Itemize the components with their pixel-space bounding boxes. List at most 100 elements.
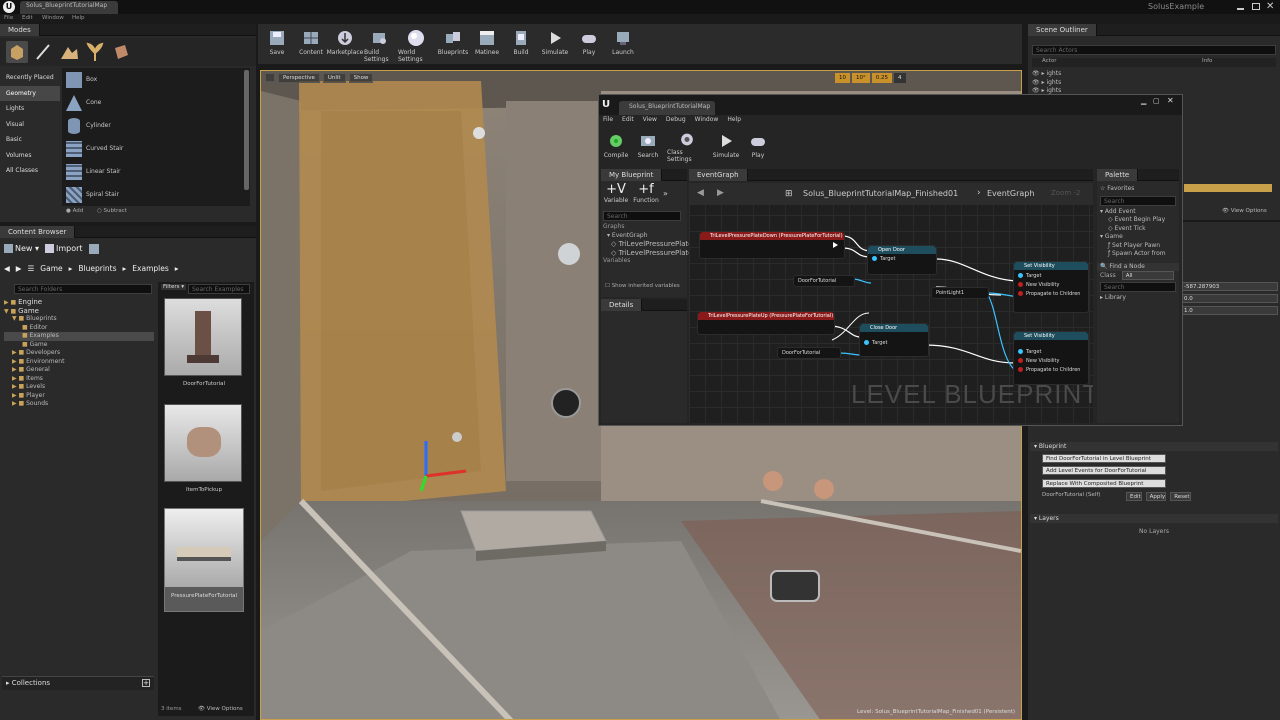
palette-item[interactable]: ƒ Spawn Actor from [1100,250,1179,259]
close-door-node[interactable]: Close Door Target [859,323,929,357]
actor-search-input[interactable]: Search Actors [1032,45,1276,55]
world-settings-button[interactable]: World Settings [398,26,434,63]
bp-play-button[interactable]: Play [745,129,771,163]
tree-environment[interactable]: ▶ ■ Environment [4,358,154,367]
viewport-menu-button[interactable] [265,73,275,82]
tree-items[interactable]: ▶ ■ Items [4,375,154,384]
bp-details-tab[interactable]: Details [601,299,643,311]
mybp-search-input[interactable]: Search [603,211,681,221]
modes-item-curved-stair[interactable]: Curved Stair [64,139,244,159]
content-button[interactable]: Content [296,26,326,63]
modes-item-cone[interactable]: Cone [64,93,244,113]
outliner-row[interactable]: 👁 ▸ ights [1032,79,1272,88]
menu-file[interactable]: File [4,15,13,21]
bp-maximize-icon[interactable]: ▢ [1153,97,1160,105]
find-node-search-input[interactable]: Search [1100,282,1176,292]
asset-tile-pressure-plate[interactable]: PressurePlateForTutorial [164,508,244,612]
new-visibility-pin[interactable]: New Visibility [1018,357,1084,366]
matinee-button[interactable]: Matinee [472,26,502,63]
marketplace-button[interactable]: Marketplace [327,26,363,63]
visibility-eye-icon[interactable]: 👁 [1032,87,1040,94]
subtract-radio[interactable]: ○ Subtract [97,208,127,214]
favorites-header[interactable]: ☆ Favorites [1097,185,1179,194]
exec-out-pin[interactable] [833,242,838,249]
palette-item[interactable]: ◇ Event Tick [1100,225,1179,234]
outliner-row[interactable]: 👁 ▸ ights [1032,70,1272,79]
category-lights[interactable]: Lights [0,101,60,117]
import-button[interactable]: Import [45,244,83,254]
class-dropdown[interactable]: All [1121,271,1174,280]
show-inherited-checkbox[interactable]: ☐ Show inherited variables [605,283,680,289]
play-button[interactable]: Play [574,26,604,63]
expand-chevron-icon[interactable]: » [663,189,668,204]
set-vis-target-pin[interactable]: Target [1018,272,1084,281]
add-collection-icon[interactable]: + [142,679,150,687]
category-visual[interactable]: Visual [0,117,60,133]
find-node-header[interactable]: 🔍 Find a Node [1097,262,1179,271]
blueprints-button[interactable]: Blueprints [438,26,468,63]
unreal-logo-icon[interactable]: U [3,1,15,13]
library-item[interactable]: ▸ Library [1097,294,1179,303]
mybp-eventgraph-item[interactable]: ▾ EventGraph [603,232,677,241]
category-recently-placed[interactable]: Recently Placed [0,70,60,86]
bp-menu-file[interactable]: File [603,116,613,126]
bp-apply-button[interactable]: Apply [1145,492,1167,501]
palette-search-input[interactable]: Search [1100,195,1176,206]
breadcrumb-examples[interactable]: Examples [132,264,168,276]
show-button[interactable]: Show [348,73,374,83]
simulate-button[interactable]: Simulate [540,26,570,63]
my-blueprint-tab[interactable]: My Blueprint [601,169,663,181]
palette-item[interactable]: ▾ Game [1100,233,1179,242]
compile-button[interactable]: Compile [603,129,629,163]
close-door-target-pin[interactable]: Target [860,332,928,354]
add-radio[interactable]: ● Add [66,208,83,214]
camera-speed-value[interactable]: 4 [894,73,906,83]
modes-tab[interactable]: Modes [0,24,40,36]
category-volumes[interactable]: Volumes [0,148,60,164]
door-var-node-2[interactable]: DoorForTutorial [777,347,841,359]
modes-item-cylinder[interactable]: Cylinder [64,116,244,136]
menu-edit[interactable]: Edit [22,15,33,21]
bp-search-button[interactable]: Search [635,129,661,163]
asset-search-input[interactable]: Search Examples [188,284,250,294]
perspective-button[interactable]: Perspective [278,73,320,83]
open-door-target-pin[interactable]: Target [868,254,936,264]
rotation-snap-value[interactable]: 10° [852,73,870,83]
bp-edit-button[interactable]: Edit [1126,492,1142,501]
bp-close-icon[interactable]: ✕ [1167,96,1174,105]
asset-tile-door[interactable]: DoorForTutorial [164,298,244,393]
event-node-plate-up[interactable]: TriLevelPressurePlateUp (PressurePlateFo… [697,311,835,335]
bp-menu-debug[interactable]: Debug [666,116,686,126]
location-x-field[interactable]: -587.287903 [1178,282,1278,291]
find-in-level-blueprint-button[interactable]: Find DoorForTutorial in Level Blueprint [1042,454,1166,463]
location-y-field[interactable]: 0.0 [1178,294,1278,303]
maximize-icon[interactable] [1252,3,1260,10]
graph-canvas[interactable]: ◀ ▶ ⊞ Solus_BlueprintTutorialMap_Finishe… [689,183,1093,423]
breadcrumb-blueprints[interactable]: Blueprints [78,264,116,276]
modes-item-linear-stair[interactable]: Linear Stair [64,162,244,182]
bp-menu-edit[interactable]: Edit [622,116,634,126]
tree-blueprints[interactable]: ▼ ■ Blueprints [4,315,154,324]
tree-game[interactable]: ▼ ■ Game [4,307,154,316]
set-visibility-node-2[interactable]: Set Visibility Target New Visibility Pro… [1013,331,1089,385]
outliner-selected-row[interactable] [1184,184,1272,192]
visibility-eye-icon[interactable]: 👁 [1032,79,1040,86]
build-button[interactable]: Build [506,26,536,63]
geometry-mode-icon[interactable] [110,41,132,63]
category-all-classes[interactable]: All Classes [0,163,60,179]
back-icon[interactable]: ◀ [4,264,10,276]
landscape-mode-icon[interactable] [58,41,80,63]
folder-search-input[interactable]: Search Folders [14,284,152,294]
point-light-node[interactable]: PointLight1 [931,287,989,299]
col-actor[interactable]: Actor [1042,58,1056,64]
breadcrumb-game[interactable]: Game [40,264,62,276]
layers-section-header[interactable]: ▾ Layers [1030,514,1278,523]
event-node-plate-down[interactable]: TriLevelPressurePlateDown (PressurePlate… [699,231,845,259]
minimize-icon[interactable] [1237,8,1244,10]
propagate-pin[interactable]: Propagate to Children [1018,366,1084,375]
outliner-view-options[interactable]: 👁 View Options [1222,208,1267,214]
bp-simulate-button[interactable]: Simulate [713,129,739,163]
view-options-button[interactable]: 👁 View Options [198,706,243,712]
replace-with-blueprint-button[interactable]: Replace With Composited Blueprint [1042,479,1166,488]
tree-levels[interactable]: ▶ ■ Levels [4,383,154,392]
